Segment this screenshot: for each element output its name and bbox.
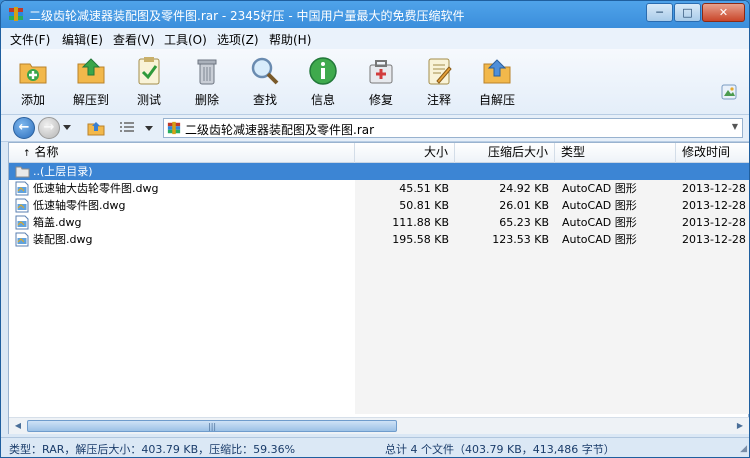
arrow-left-icon: ← (18, 120, 30, 135)
add-icon (19, 63, 47, 84)
repair-button[interactable]: 修复 (355, 53, 407, 113)
menu-tools[interactable]: 工具(O) (164, 31, 207, 48)
minimize-button[interactable]: ─ (646, 3, 673, 22)
horizontal-scrollbar[interactable]: ◀ ||| ▶ (9, 417, 749, 434)
parent-dir-row[interactable]: ..(上层目录) (9, 163, 749, 180)
self-extract-icon (483, 59, 511, 84)
dwg-file-icon (15, 215, 29, 230)
menu-help[interactable]: 帮助(H) (269, 31, 311, 48)
status-archive-info: 类型：RAR，解压后大小：403.79 KB，压缩比：59.36% (9, 443, 296, 456)
info-button[interactable]: 信息 (297, 53, 349, 113)
dwg-file-icon (15, 198, 29, 213)
scroll-right-icon[interactable]: ▶ (732, 419, 748, 433)
search-icon (251, 57, 279, 85)
test-button[interactable]: 测试 (123, 53, 175, 113)
column-name[interactable]: ↑ 名称 (9, 143, 355, 163)
maximize-button[interactable]: □ (674, 3, 701, 22)
arrow-right-icon: → (43, 120, 55, 135)
column-type[interactable]: 类型 (555, 143, 676, 163)
delete-button[interactable]: 删除 (181, 53, 233, 113)
column-modified[interactable]: 修改时间 (676, 143, 749, 163)
view-dropdown-icon[interactable] (145, 124, 153, 132)
repair-icon (369, 60, 393, 84)
window-title: 二级齿轮减速器装配图及零件图.rar - 2345好压 - 中国用户量最大的免费… (29, 9, 465, 23)
dwg-file-icon (15, 232, 29, 247)
title-bar[interactable]: 二级齿轮减速器装配图及零件图.rar - 2345好压 - 中国用户量最大的免费… (1, 1, 749, 28)
forward-button[interactable]: → (38, 117, 60, 139)
back-button[interactable]: ← (13, 117, 35, 139)
resize-grip-icon[interactable]: ◢ (740, 444, 747, 454)
path-field[interactable]: 二级齿轮减速器装配图及零件图.rar ▼ (163, 118, 743, 138)
toolbar: 添加 解压到 测试 删除 查找 信息 修复 注释 自解压 (1, 49, 749, 115)
menu-bar: 文件(F) 编辑(E) 查看(V) 工具(O) 选项(Z) 帮助(H) (1, 28, 749, 49)
column-size[interactable]: 大小 (355, 143, 455, 163)
theme-icon[interactable] (721, 84, 737, 100)
extract-to-button[interactable]: 解压到 (65, 53, 117, 113)
path-dropdown-icon[interactable]: ▼ (732, 122, 738, 131)
file-list[interactable]: ↑ 名称 大小 压缩后大小 类型 修改时间 ..(上层目录) 低速轴大齿轮零件图.… (8, 142, 749, 434)
comment-icon (428, 58, 452, 85)
menu-options[interactable]: 选项(Z) (217, 31, 259, 48)
folder-up-icon[interactable] (87, 119, 105, 137)
dwg-file-icon (15, 181, 29, 196)
folder-icon (15, 166, 30, 178)
path-text: 二级齿轮减速器装配图及零件图.rar (185, 123, 375, 137)
menu-edit[interactable]: 编辑(E) (62, 31, 103, 48)
test-icon (138, 57, 160, 85)
trash-icon (197, 59, 217, 85)
self-extract-button[interactable]: 自解压 (471, 53, 523, 113)
extract-to-icon (77, 58, 105, 84)
find-button[interactable]: 查找 (239, 53, 291, 113)
file-row[interactable]: 箱盖.dwg 111.88 KB 65.23 KB AutoCAD 图形 201… (9, 214, 749, 231)
close-button[interactable]: ✕ (702, 3, 745, 22)
view-list-icon[interactable] (119, 120, 135, 136)
status-bar: 类型：RAR，解压后大小：403.79 KB，压缩比：59.36% 总计 4 个… (1, 437, 749, 457)
address-bar: ← → 二级齿轮减速器装配图及零件图.rar ▼ (1, 115, 749, 142)
menu-file[interactable]: 文件(F) (10, 31, 50, 48)
scroll-left-icon[interactable]: ◀ (10, 419, 26, 433)
scroll-thumb[interactable]: ||| (27, 420, 397, 432)
status-total: 总计 4 个文件（403.79 KB，413,486 字节） (385, 443, 615, 456)
grip-icon: ||| (208, 422, 217, 431)
comment-button[interactable]: 注释 (413, 53, 465, 113)
sort-arrow-icon: ↑ (23, 149, 31, 159)
menu-view[interactable]: 查看(V) (113, 31, 155, 48)
app-window: 二级齿轮减速器装配图及零件图.rar - 2345好压 - 中国用户量最大的免费… (0, 0, 750, 458)
history-dropdown-icon[interactable] (63, 123, 71, 131)
archive-icon (167, 121, 181, 135)
archive-app-icon (9, 7, 23, 21)
file-row[interactable]: 低速轴大齿轮零件图.dwg 45.51 KB 24.92 KB AutoCAD … (9, 180, 749, 197)
column-packed[interactable]: 压缩后大小 (455, 143, 555, 163)
info-icon (309, 57, 337, 85)
add-button[interactable]: 添加 (7, 53, 59, 113)
file-row[interactable]: 装配图.dwg 195.58 KB 123.53 KB AutoCAD 图形 2… (9, 231, 749, 248)
column-header: ↑ 名称 大小 压缩后大小 类型 修改时间 (9, 143, 749, 163)
file-row[interactable]: 低速轴零件图.dwg 50.81 KB 26.01 KB AutoCAD 图形 … (9, 197, 749, 214)
